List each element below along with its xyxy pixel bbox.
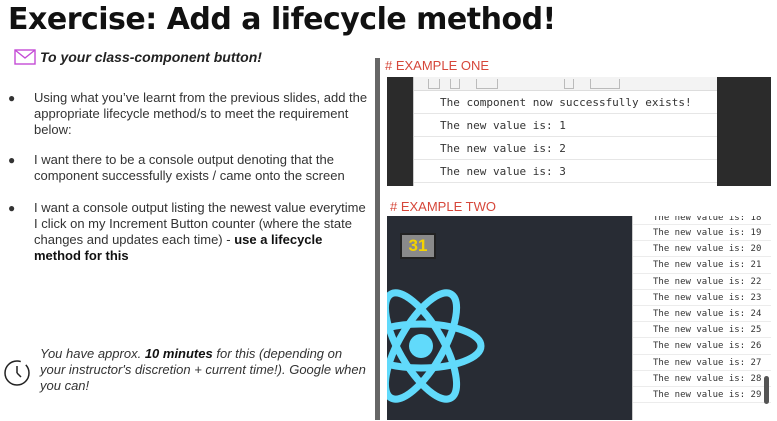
time-tip: You have approx. 10 minutes for this (de… <box>2 346 367 394</box>
tip-text: You have approx. 10 minutes for this (de… <box>40 346 366 393</box>
console-line: The new value is: 28 <box>633 371 771 387</box>
console-line: The new value is: 1 <box>414 114 717 137</box>
example-two-console: The new value is: 18 The new value is: 1… <box>632 216 771 420</box>
console-line: The new value is: 18 <box>633 216 771 225</box>
divider <box>375 58 380 420</box>
console-toolbar <box>414 77 717 91</box>
console-line: The new value is: 21 <box>633 257 771 274</box>
console-line: The new value is: 2 <box>414 137 717 160</box>
bullet-item: ● I want there to be a console output de… <box>8 152 368 184</box>
console-line: The new value is: 3 <box>414 160 717 183</box>
react-logo <box>387 289 485 403</box>
console-line: The new value is: 20 <box>633 241 771 258</box>
console-line: The new value is: 25 <box>633 322 771 339</box>
bullet-item: ● Using what you’ve learnt from the prev… <box>8 90 368 137</box>
console-line: The new value is: 29 <box>633 387 771 404</box>
bullet-list: ● Using what you’ve learnt from the prev… <box>8 90 368 278</box>
bullet-text: Using what you’ve learnt from the previo… <box>34 90 368 137</box>
example-two-label: # EXAMPLE TWO <box>390 199 496 214</box>
bullet-text: I want a console output listing the newe… <box>34 200 366 263</box>
console-line: The new value is: 27 <box>633 355 771 371</box>
console-scrollbar[interactable] <box>764 376 769 404</box>
subtitle-row: To your class-component button! <box>14 49 262 65</box>
counter-display[interactable]: 31 <box>400 233 436 259</box>
example-one-console: The component now successfully exists! T… <box>387 77 771 186</box>
example-one-label: # EXAMPLE ONE <box>385 58 490 73</box>
console-line: The new value is: 26 <box>633 338 771 355</box>
slide-title: Exercise: Add a lifecycle method! <box>8 2 556 37</box>
console-line: The component now successfully exists! <box>414 91 717 114</box>
console-line: The new value is: 19 <box>633 225 771 242</box>
envelope-icon <box>14 49 36 65</box>
console-line: The new value is: 22 <box>633 274 771 290</box>
clock-icon <box>4 360 30 386</box>
console-line: The new value is: 24 <box>633 306 771 323</box>
bullet-item: ● I want a console output listing the ne… <box>8 200 368 264</box>
bullet-text: I want there to be a console output deno… <box>34 152 345 183</box>
console-line: The new value is: 23 <box>633 290 771 306</box>
example-two-app: 31 The new value is: 18 The new value is… <box>387 216 771 420</box>
subtitle-text: To your class-component button! <box>40 49 262 65</box>
